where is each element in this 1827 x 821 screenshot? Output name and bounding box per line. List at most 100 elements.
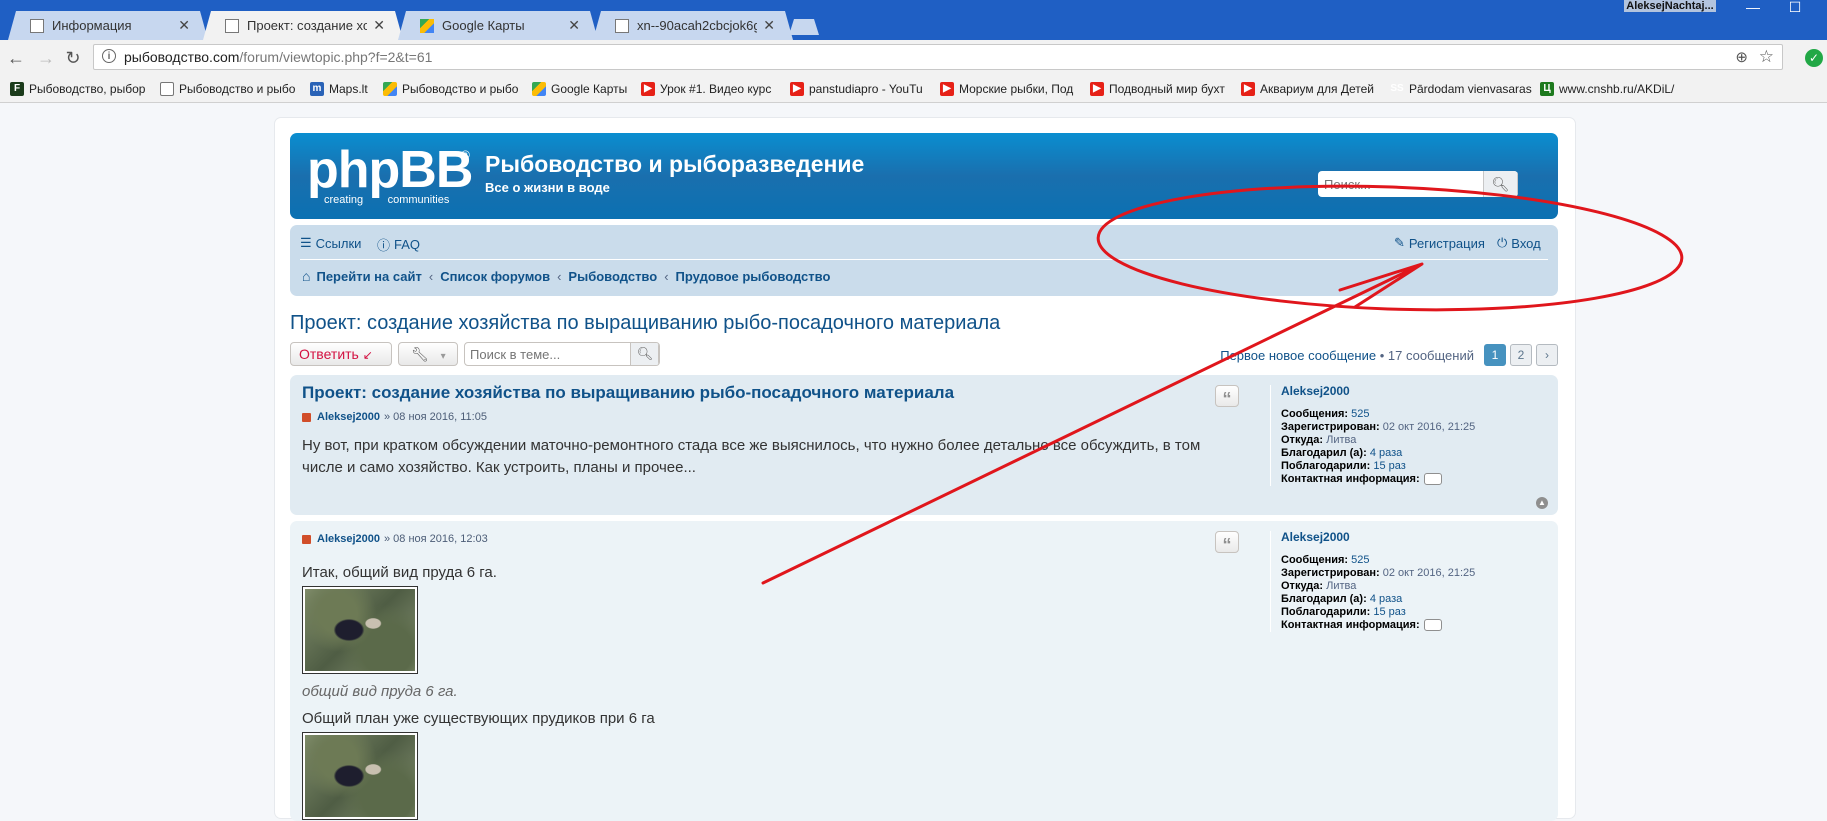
crumb-category[interactable]: Рыбоводство xyxy=(568,269,657,284)
forward-icon[interactable]: → xyxy=(36,48,56,68)
phpbb-logo[interactable]: phpBB ® creating communities xyxy=(307,144,473,206)
post-profile: Aleksej2000 Сообщения: 525 Зарегистриров… xyxy=(1270,531,1541,632)
contact-icon[interactable] xyxy=(1423,473,1442,486)
page-icon xyxy=(30,19,44,33)
search-icon[interactable]: 🔍︎ xyxy=(1483,171,1517,197)
close-icon[interactable]: ✕ xyxy=(763,17,775,34)
post: Проект: создание хозяйства по выращивани… xyxy=(290,375,1558,515)
youtube-icon: ▶ xyxy=(940,82,954,96)
back-icon[interactable]: ← xyxy=(6,48,26,68)
bookmark-item[interactable]: Рыбоводство и рыбо xyxy=(160,80,298,98)
tab-punycode-site[interactable]: xn--90acah2cbcjok6g.co ✕ xyxy=(593,11,793,40)
page-icon xyxy=(615,19,629,33)
tab-title: Информация xyxy=(52,18,132,33)
tab-google-maps[interactable]: Google Карты ✕ xyxy=(398,11,598,40)
reply-button[interactable]: Ответить ↙ xyxy=(290,342,392,366)
tab-project[interactable]: Проект: создание хозяйс ✕ xyxy=(203,11,403,40)
bookmark-item[interactable]: F Рыбоводство, рыбор xyxy=(10,80,150,98)
site-description: Все о жизни в воде xyxy=(485,180,610,195)
message-count[interactable]: 525 xyxy=(1351,408,1369,420)
crumb-forums[interactable]: Список форумов xyxy=(440,269,550,284)
topic-tools-button[interactable]: 🔧︎ ▾ xyxy=(398,342,458,366)
pagination: Первое новое сообщение • 17 сообщений 1 … xyxy=(1220,344,1558,366)
login-link[interactable]: ⏻ Вход xyxy=(1497,235,1541,251)
bookmark-item[interactable]: Цwww.cnshb.ru/AKDiL/ xyxy=(1540,80,1680,98)
tab-title: Проект: создание хозяйс xyxy=(247,18,368,33)
quote-icon[interactable]: “ xyxy=(1215,385,1239,409)
new-tab-button[interactable] xyxy=(789,19,819,35)
profile-username[interactable]: Aleksej2000 xyxy=(1281,385,1541,398)
crumb-site[interactable]: Перейти на сайт xyxy=(316,269,421,284)
bookmark-item[interactable]: ▶ Подводный мир бухт xyxy=(1090,80,1228,98)
youtube-icon: ▶ xyxy=(790,82,804,96)
first-unread-link[interactable]: Первое новое сообщение xyxy=(1220,348,1376,363)
zoom-icon[interactable]: ⊕ xyxy=(1735,48,1748,66)
pond-plan-photo[interactable] xyxy=(302,732,418,820)
bookmark-item[interactable]: SS Pārdodam vienvasaras xyxy=(1390,80,1540,98)
navbar-divider xyxy=(300,259,1548,260)
close-icon[interactable]: ✕ xyxy=(373,17,385,34)
bookmark-item[interactable]: m Maps.lt xyxy=(310,80,378,98)
topic-title[interactable]: Проект: создание хозяйства по выращивани… xyxy=(290,312,1000,335)
register-link[interactable]: ✎ Регистрация xyxy=(1394,235,1485,251)
close-icon[interactable]: ✕ xyxy=(568,17,580,34)
url-text: рыбоводство.com/forum/viewtopic.php?f=2&… xyxy=(124,49,433,65)
profile-username[interactable]: Aleksej2000 xyxy=(1281,531,1541,544)
info-icon[interactable]: i xyxy=(102,49,116,63)
close-icon[interactable]: ✕ xyxy=(178,17,190,34)
caret-down-icon: ▾ xyxy=(440,351,446,362)
chevron-left-icon: ‹ xyxy=(557,268,562,284)
bookmark-item[interactable]: ▶ panstudiapro - YouTu xyxy=(790,80,930,98)
author-link[interactable]: Aleksej2000 xyxy=(317,411,380,423)
crumb-forum[interactable]: Прудовое рыбоводство xyxy=(676,269,831,284)
search-input[interactable] xyxy=(1318,171,1483,197)
post: Aleksej2000 » 08 ноя 2016, 12:03 Итак, о… xyxy=(290,521,1558,821)
post-author-line: Aleksej2000 » 08 ноя 2016, 12:03 xyxy=(302,533,488,545)
quote-icon[interactable]: “ xyxy=(1215,531,1239,555)
maps-icon xyxy=(532,82,546,96)
power-icon: ⏻ xyxy=(1497,235,1508,250)
faq-link[interactable]: ⓘ FAQ xyxy=(377,235,420,254)
bookmark-item[interactable]: Google Карты xyxy=(532,80,632,98)
bookmark-item[interactable]: ▶ Аквариум для Детей xyxy=(1241,80,1377,98)
post-count: • 17 сообщений xyxy=(1379,347,1474,363)
bookmark-item[interactable]: ▶ Морские рыбки, Под xyxy=(940,80,1078,98)
hamburger-icon: ☰ xyxy=(300,235,312,250)
home-icon: ⌂ xyxy=(302,268,311,284)
minimize-icon[interactable]: — xyxy=(1733,0,1773,16)
profile-badge[interactable]: AleksejNachtaj... xyxy=(1624,0,1716,12)
gear-icon[interactable]: ⚙ xyxy=(1517,171,1518,197)
author-link[interactable]: Aleksej2000 xyxy=(317,533,380,545)
f-icon: F xyxy=(10,82,24,96)
breadcrumb: ⌂ Перейти на сайт ‹ Список форумов ‹ Рыб… xyxy=(302,268,830,284)
bookmark-item[interactable]: Рыбоводство и рыбо xyxy=(383,80,521,98)
search-icon[interactable]: 🔍︎ xyxy=(630,343,659,365)
action-bar: Ответить ↙ 🔧︎ ▾ 🔍︎ ⚙ Первое новое сообще… xyxy=(290,342,1558,368)
page-2[interactable]: 2 xyxy=(1510,344,1532,366)
contact-icon[interactable] xyxy=(1423,619,1442,632)
page-1[interactable]: 1 xyxy=(1484,344,1506,366)
message-count[interactable]: 525 xyxy=(1351,554,1369,566)
quick-links-menu[interactable]: ☰ Ссылки xyxy=(300,235,361,251)
site-title[interactable]: Рыбоводство и рыборазведение xyxy=(485,151,864,178)
bookmark-star-icon[interactable]: ☆ xyxy=(1759,47,1774,67)
back-to-top-icon[interactable]: ▲ xyxy=(1536,497,1548,509)
topic-search-input[interactable] xyxy=(465,343,630,365)
next-page-icon[interactable]: › xyxy=(1536,344,1558,366)
chevron-left-icon: ‹ xyxy=(664,268,669,284)
bookmark-item[interactable]: ▶ Урок #1. Видео курс xyxy=(641,80,774,98)
tab-informatsiya[interactable]: Информация ✕ xyxy=(8,11,208,40)
m-icon: m xyxy=(310,82,324,96)
puzzle-icon xyxy=(383,82,397,96)
extension-check-icon[interactable]: ✓ xyxy=(1805,49,1823,67)
gear-icon[interactable]: ⚙ xyxy=(658,343,659,365)
youtube-icon: ▶ xyxy=(1090,82,1104,96)
address-bar[interactable]: i рыбоводство.com/forum/viewtopic.php?f=… xyxy=(93,44,1783,70)
post-icon xyxy=(302,412,311,422)
reload-icon[interactable]: ↻ xyxy=(63,48,83,68)
pond-photo[interactable] xyxy=(302,586,418,674)
post-icon xyxy=(302,534,311,544)
post-body-2: Общий план уже существующих прудиков при… xyxy=(302,710,655,727)
maximize-icon[interactable]: ☐ xyxy=(1775,0,1815,16)
post-title[interactable]: Проект: создание хозяйства по выращивани… xyxy=(302,383,954,403)
